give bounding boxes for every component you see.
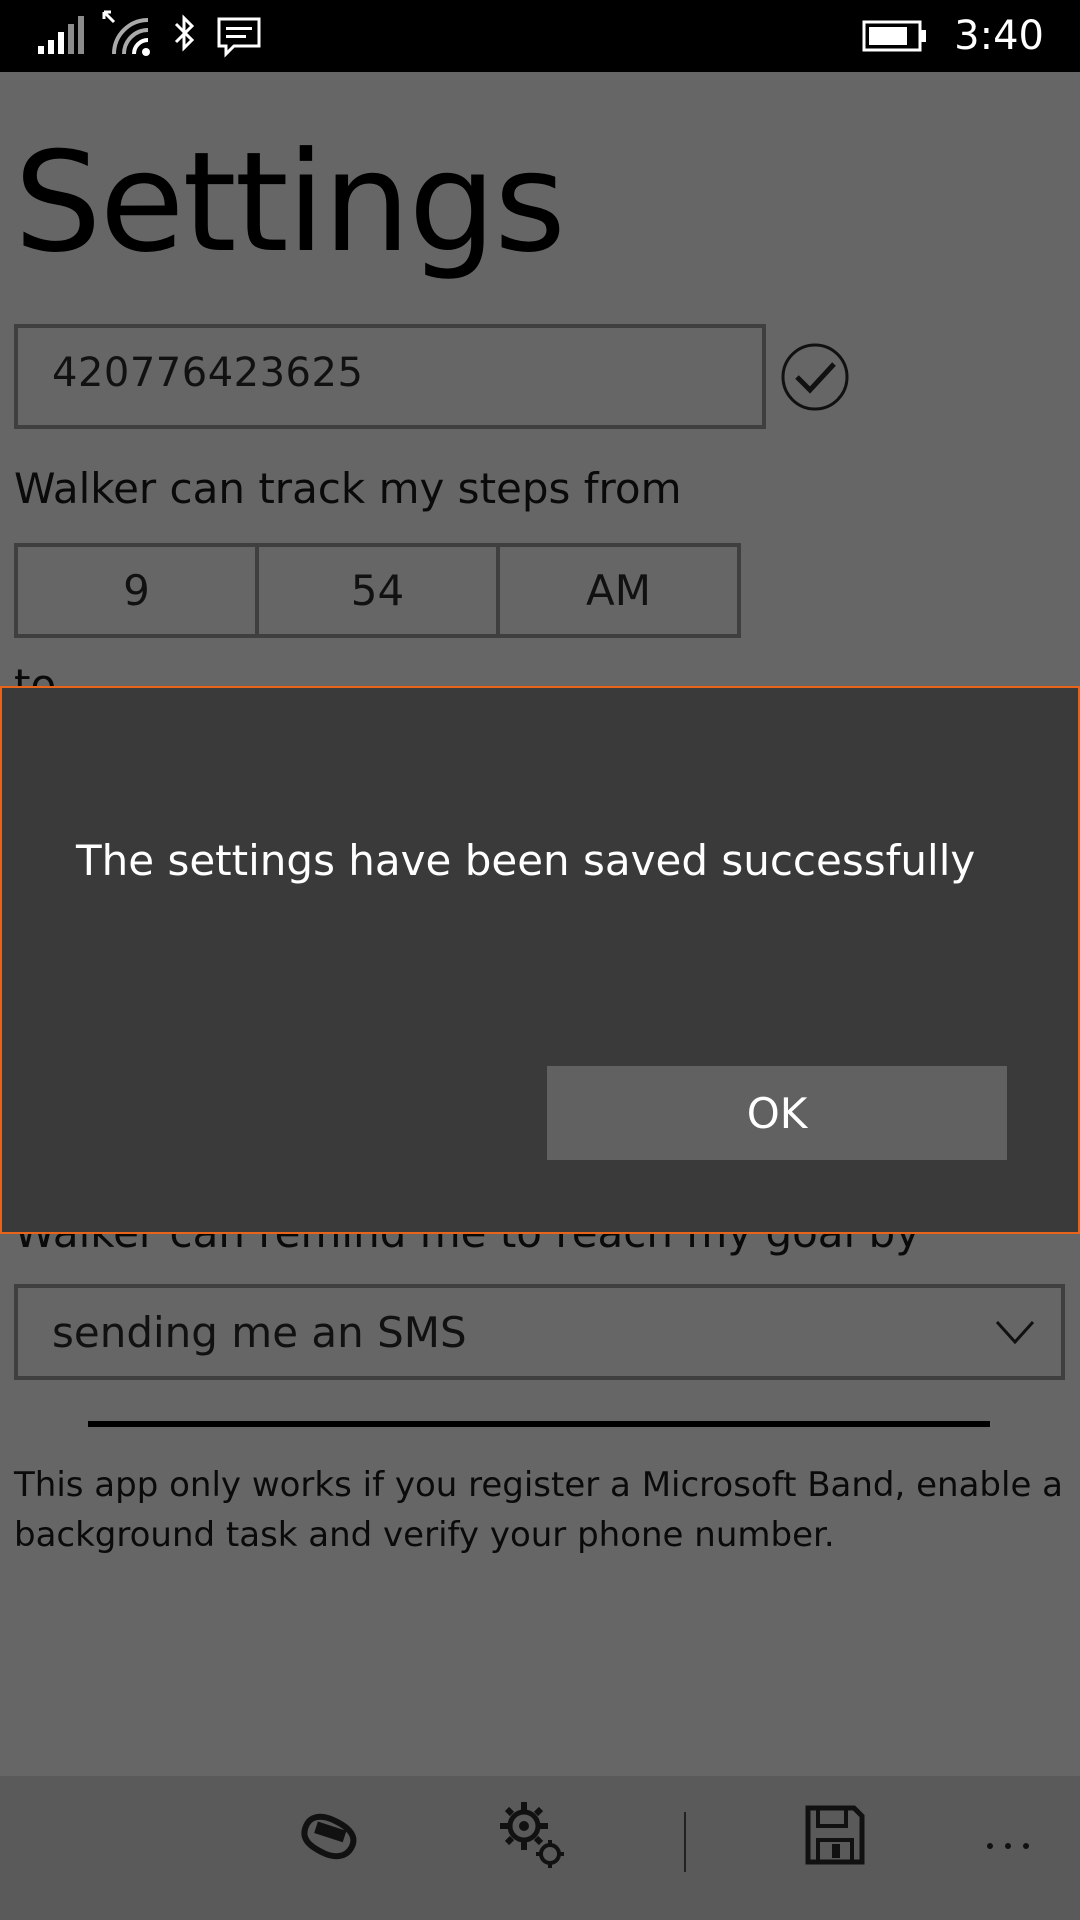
track-from-label: Walker can track my steps from bbox=[14, 464, 682, 513]
status-bar: 3:40 bbox=[0, 0, 1080, 72]
from-hour[interactable]: 9 bbox=[18, 547, 259, 634]
page-title: Settings bbox=[14, 122, 566, 283]
info-text: This app only works if you register a Mi… bbox=[14, 1465, 1064, 1555]
settings-icon[interactable] bbox=[494, 1796, 574, 1876]
message-icon bbox=[217, 17, 261, 58]
remind-method-value: sending me an SMS bbox=[52, 1308, 467, 1357]
band-icon[interactable] bbox=[290, 1796, 370, 1876]
app-bar-separator bbox=[684, 1812, 686, 1872]
status-time: 3:40 bbox=[954, 13, 1044, 59]
from-ampm[interactable]: AM bbox=[500, 547, 737, 634]
signal-icon bbox=[38, 16, 84, 54]
divider bbox=[88, 1421, 990, 1427]
verify-check-icon[interactable] bbox=[780, 342, 850, 412]
phone-number-input[interactable]: 420776423625 bbox=[14, 324, 766, 429]
chevron-down-icon bbox=[995, 1320, 1035, 1345]
dialog-message: The settings have been saved successfull… bbox=[76, 836, 976, 885]
save-confirmation-dialog: The settings have been saved successfull… bbox=[0, 686, 1080, 1234]
from-minute[interactable]: 54 bbox=[259, 547, 500, 634]
wifi-icon bbox=[102, 10, 150, 56]
app-bar bbox=[0, 1776, 1080, 1920]
bluetooth-icon bbox=[174, 14, 195, 52]
save-icon[interactable] bbox=[794, 1796, 874, 1876]
remind-method-dropdown[interactable]: sending me an SMS bbox=[14, 1284, 1065, 1380]
ok-button[interactable]: OK bbox=[547, 1066, 1007, 1160]
more-icon[interactable] bbox=[968, 1796, 1048, 1876]
battery-icon bbox=[862, 20, 926, 52]
from-time-picker[interactable]: 9 54 AM bbox=[14, 543, 741, 638]
phone-number-value: 420776423625 bbox=[52, 350, 364, 396]
